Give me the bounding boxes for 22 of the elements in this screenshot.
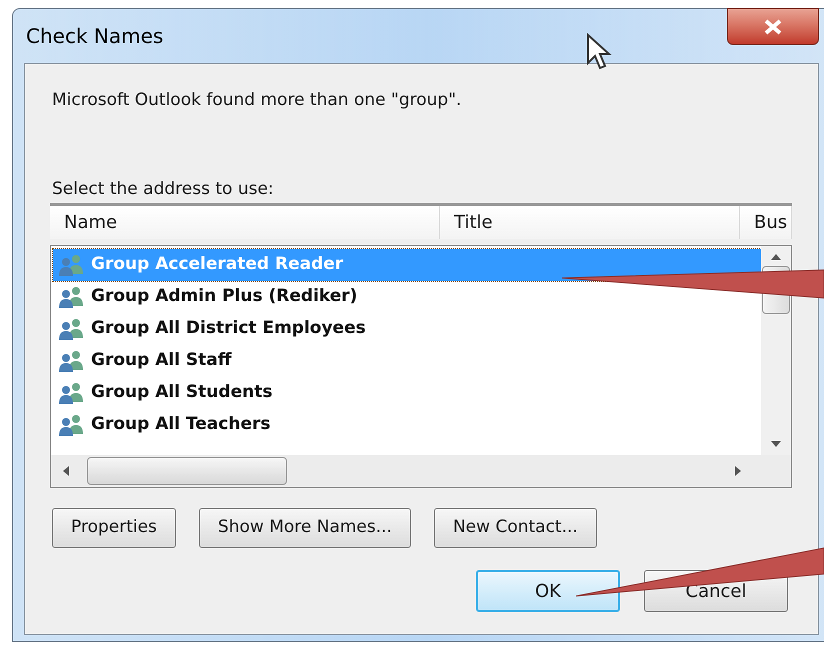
list-row[interactable]: Group All Teachers xyxy=(53,409,761,441)
message-text: Microsoft Outlook found more than one "group". xyxy=(52,89,462,112)
prompt-label: Select the address to use: xyxy=(52,178,275,201)
list-row[interactable]: Group All District Employees xyxy=(53,313,761,345)
list-row[interactable]: Group All Students xyxy=(53,377,761,409)
row-name: Group Accelerated Reader xyxy=(91,253,344,276)
dialog-button[interactable]: OK xyxy=(476,570,620,612)
list-row[interactable]: Group All Staff xyxy=(53,345,761,377)
list-row[interactable]: Group Admin Plus (Rediker) xyxy=(53,281,761,313)
action-button[interactable]: New Contact... xyxy=(434,508,597,548)
row-name: Group All District Employees xyxy=(91,317,366,340)
row-name: Group Admin Plus (Rediker) xyxy=(91,285,358,308)
action-button[interactable]: Properties xyxy=(52,508,176,548)
row-name: Group All Students xyxy=(91,381,272,404)
row-name: Group All Teachers xyxy=(91,413,270,436)
action-button[interactable]: Show More Names... xyxy=(198,508,411,548)
address-list[interactable]: Group Accelerated Reader Group Admin Plus (Rediker) Group All District Employees Group All Staff Group All Students Group All Teachers xyxy=(50,245,792,488)
row-name: Group All Staff xyxy=(91,349,232,372)
column-header[interactable]: Name xyxy=(50,206,440,239)
window-title: Check Names xyxy=(26,23,164,50)
column-header[interactable]: Title xyxy=(440,206,740,239)
column-header[interactable]: Bus xyxy=(740,206,792,239)
